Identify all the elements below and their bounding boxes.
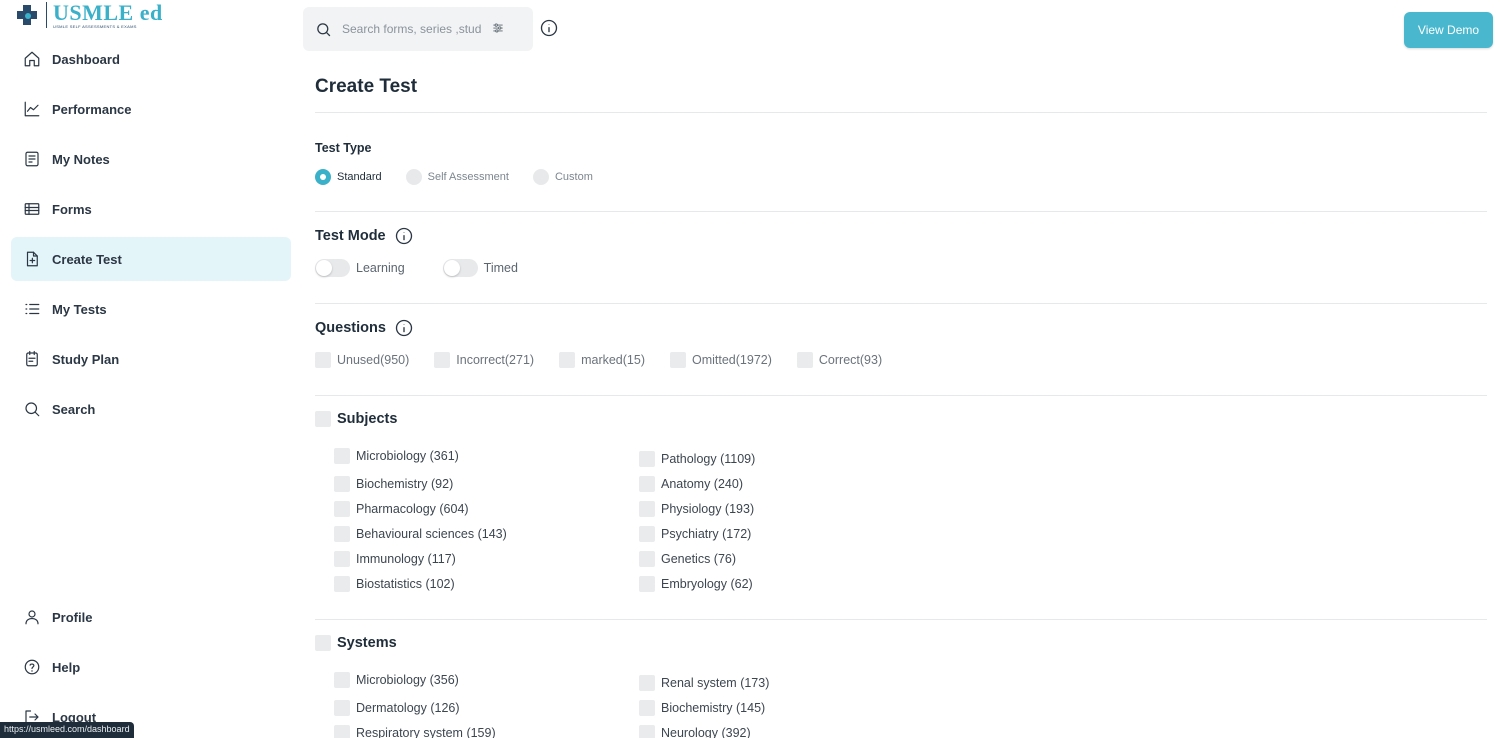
info-icon[interactable] bbox=[394, 318, 414, 338]
sidebar-item-label: Forms bbox=[52, 201, 92, 217]
radio-custom[interactable]: Custom bbox=[532, 169, 593, 185]
file-plus-icon bbox=[22, 249, 42, 269]
divider bbox=[315, 395, 1487, 396]
checkbox-subject[interactable]: Microbiology (361) bbox=[334, 448, 459, 464]
checkbox-systems-all[interactable]: Systems bbox=[315, 635, 397, 651]
sidebar-item-my-notes[interactable]: My Notes bbox=[11, 137, 291, 181]
divider bbox=[315, 211, 1487, 212]
info-icon[interactable] bbox=[539, 18, 559, 38]
view-demo-button[interactable]: View Demo bbox=[1404, 12, 1493, 48]
page-title: Create Test bbox=[315, 76, 418, 97]
checkbox-subject[interactable]: Pharmacology (604) bbox=[334, 501, 469, 517]
search-icon bbox=[22, 399, 42, 419]
sidebar-item-label: Create Test bbox=[52, 251, 122, 267]
checkbox-system[interactable]: Dermatology (126) bbox=[334, 700, 460, 716]
checkbox-incorrect[interactable]: Incorrect(271) bbox=[434, 352, 534, 368]
help-circle-icon bbox=[22, 657, 42, 677]
test-mode-label: Test Mode bbox=[315, 226, 414, 246]
sidebar-item-label: Dashboard bbox=[52, 51, 120, 67]
calendar-clipboard-icon bbox=[22, 349, 42, 369]
sidebar: USMLE ed USMLE SELF ASSESSMENTS & EXAMS … bbox=[0, 0, 300, 738]
checkbox-subject[interactable]: Immunology (117) bbox=[334, 551, 456, 567]
search-icon bbox=[317, 22, 331, 36]
home-icon bbox=[22, 49, 42, 69]
checkbox-subjects-all[interactable]: Subjects bbox=[315, 411, 397, 427]
checkbox-subject[interactable]: Embryology (62) bbox=[639, 576, 753, 592]
medical-cross-icon bbox=[14, 2, 40, 28]
sidebar-item-label: My Notes bbox=[52, 151, 110, 167]
filter-sliders-icon[interactable] bbox=[491, 21, 507, 37]
checkbox-subject[interactable]: Physiology (193) bbox=[639, 501, 754, 517]
checkbox-unused[interactable]: Unused(950) bbox=[315, 352, 409, 368]
radio-standard[interactable]: Standard bbox=[315, 169, 382, 185]
toggle-learning[interactable]: Learning bbox=[315, 259, 405, 277]
divider bbox=[315, 619, 1487, 620]
checkbox-subject[interactable]: Biochemistry (92) bbox=[334, 476, 453, 492]
brand-tagline: USMLE SELF ASSESSMENTS & EXAMS bbox=[53, 23, 137, 29]
checkbox-system[interactable]: Biochemistry (145) bbox=[639, 700, 765, 716]
toggle-timed[interactable]: Timed bbox=[442, 259, 518, 277]
info-icon[interactable] bbox=[394, 226, 414, 246]
sidebar-item-dashboard[interactable]: Dashboard bbox=[11, 37, 291, 81]
sidebar-item-label: My Tests bbox=[52, 301, 107, 317]
divider bbox=[315, 112, 1487, 113]
checkbox-system[interactable]: Neurology (392) bbox=[639, 725, 751, 738]
questions-label: Questions bbox=[315, 318, 414, 338]
sidebar-item-search[interactable]: Search bbox=[11, 387, 291, 431]
checkbox-system[interactable]: Respiratory system (159) bbox=[334, 725, 496, 738]
status-url: https://usmleed.com/dashboard bbox=[0, 722, 134, 738]
checkbox-subject[interactable]: Behavioural sciences (143) bbox=[334, 526, 507, 542]
divider bbox=[315, 303, 1487, 304]
sidebar-item-my-tests[interactable]: My Tests bbox=[11, 287, 291, 331]
sidebar-item-help[interactable]: Help bbox=[11, 645, 291, 689]
brand-name: USMLE ed bbox=[53, 0, 163, 25]
sidebar-item-label: Help bbox=[52, 659, 81, 675]
chart-line-icon bbox=[22, 99, 42, 119]
sidebar-item-label: Study Plan bbox=[52, 351, 120, 367]
sidebar-item-study-plan[interactable]: Study Plan bbox=[11, 337, 291, 381]
notes-icon bbox=[22, 149, 42, 169]
table-icon bbox=[22, 199, 42, 219]
radio-self-assessment[interactable]: Self Assessment bbox=[405, 169, 509, 185]
checkbox-system[interactable]: Renal system (173) bbox=[639, 675, 769, 691]
list-icon bbox=[22, 299, 42, 319]
search-box[interactable] bbox=[303, 7, 533, 51]
sidebar-item-forms[interactable]: Forms bbox=[11, 187, 291, 231]
search-input[interactable] bbox=[342, 22, 487, 36]
sidebar-item-label: Search bbox=[52, 401, 96, 417]
questions-checkbox-group: Unused(950) Incorrect(271) marked(15) Om… bbox=[315, 352, 907, 368]
test-type-label: Test Type bbox=[315, 141, 372, 155]
checkbox-system[interactable]: Microbiology (356) bbox=[334, 672, 459, 688]
checkbox-correct[interactable]: Correct(93) bbox=[796, 352, 882, 368]
test-type-radio-group: Standard Self Assessment Custom bbox=[315, 169, 617, 185]
checkbox-subject[interactable]: Pathology (1109) bbox=[639, 451, 755, 467]
sidebar-item-label: Profile bbox=[52, 609, 93, 625]
checkbox-marked[interactable]: marked(15) bbox=[559, 352, 645, 368]
brand-logo[interactable]: USMLE ed USMLE SELF ASSESSMENTS & EXAMS bbox=[14, 0, 163, 30]
checkbox-subject[interactable]: Psychiatry (172) bbox=[639, 526, 751, 542]
sidebar-item-label: Performance bbox=[52, 101, 132, 117]
sidebar-item-performance[interactable]: Performance bbox=[11, 87, 291, 131]
checkbox-omitted[interactable]: Omitted(1972) bbox=[670, 352, 772, 368]
checkbox-subject[interactable]: Genetics (76) bbox=[639, 551, 736, 567]
checkbox-subject[interactable]: Biostatistics (102) bbox=[334, 576, 455, 592]
test-mode-toggles: Learning Timed bbox=[315, 259, 556, 277]
sidebar-item-profile[interactable]: Profile bbox=[11, 595, 291, 639]
user-icon bbox=[22, 607, 42, 627]
checkbox-subject[interactable]: Anatomy (240) bbox=[639, 476, 743, 492]
sidebar-item-create-test[interactable]: Create Test bbox=[11, 237, 291, 281]
